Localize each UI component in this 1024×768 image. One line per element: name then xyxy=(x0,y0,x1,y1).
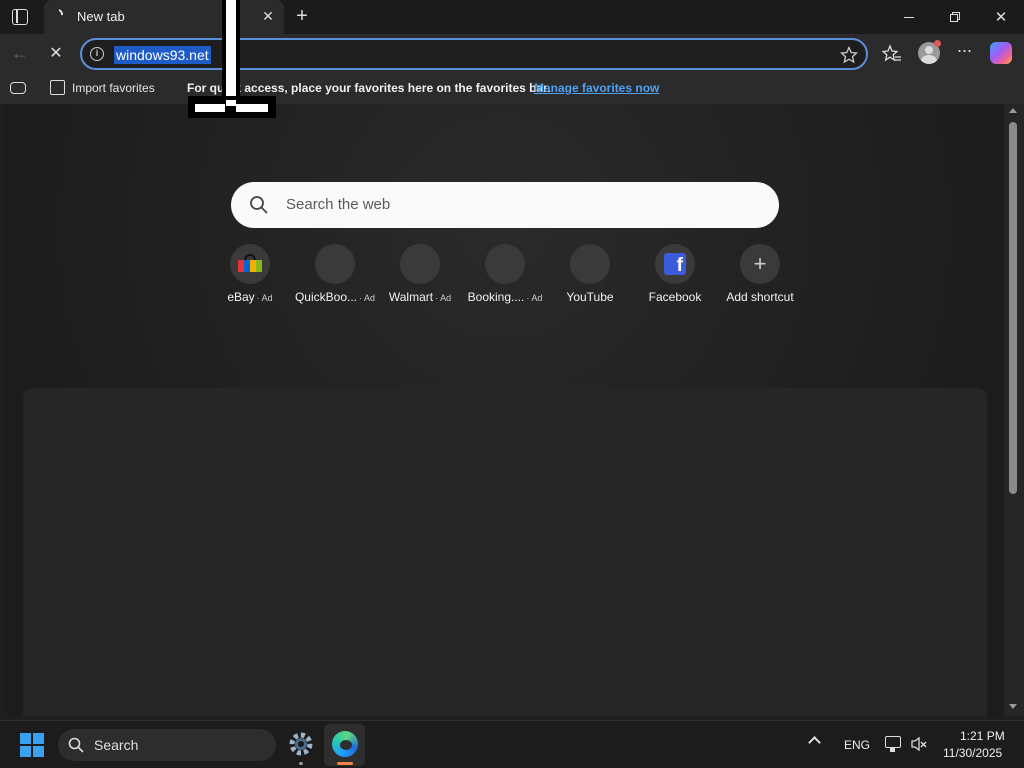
quickbooks-icon xyxy=(315,244,355,284)
facebook-icon: f xyxy=(664,253,686,275)
shortcut-walmart[interactable]: Walmart · Ad xyxy=(378,244,462,304)
shortcut-label: Add shortcut xyxy=(726,290,794,304)
new-tab-button[interactable]: + xyxy=(290,5,314,29)
clock-date[interactable]: 11/30/2025 xyxy=(943,746,1002,760)
import-favorites-icon xyxy=(50,80,65,95)
plus-icon: + xyxy=(753,251,767,276)
search-icon xyxy=(250,196,268,214)
shortcut-label: YouTube xyxy=(566,290,614,304)
shortcut-youtube[interactable]: YouTube xyxy=(548,244,632,304)
shortcut-booking[interactable]: Booking.... · Ad xyxy=(463,244,547,304)
restore-button[interactable] xyxy=(932,0,978,34)
tab-actions-icon[interactable] xyxy=(12,9,28,25)
scrollbar-thumb[interactable] xyxy=(1009,122,1017,494)
reading-list-icon[interactable] xyxy=(10,82,26,94)
loading-spinner-icon xyxy=(58,9,63,16)
stop-loading-button[interactable]: ✕ xyxy=(44,42,68,66)
site-info-icon[interactable]: i xyxy=(90,47,104,61)
clock-time[interactable]: 1:21 PM xyxy=(960,729,1005,743)
input-language[interactable]: ENG xyxy=(844,738,870,752)
windows-logo-icon xyxy=(20,733,44,757)
toolbar: ← ✕ i windows93.net ··· xyxy=(0,34,1024,74)
ad-badge: · Ad xyxy=(526,293,543,303)
tab-title: New tab xyxy=(77,9,125,24)
ad-badge: · Ad xyxy=(256,293,273,303)
walmart-icon xyxy=(400,244,440,284)
search-icon xyxy=(68,737,84,753)
taskbar-search[interactable]: Search xyxy=(58,729,276,761)
new-tab-page: Search the web eBay · Ad QuickBoo... · Ad … xyxy=(4,104,1004,716)
back-button[interactable]: ← xyxy=(8,42,32,66)
page-scrollbar[interactable] xyxy=(1004,104,1024,716)
profile-status-dot xyxy=(934,40,941,47)
favorite-star-icon[interactable] xyxy=(840,46,858,64)
close-window-button[interactable]: ✕ xyxy=(978,0,1024,34)
taskbar: Search ENG 1:21 PM 11/30/2025 xyxy=(0,720,1024,768)
scroll-up-arrow-icon[interactable] xyxy=(1009,108,1017,113)
edge-app[interactable] xyxy=(324,724,365,766)
manage-favorites-link[interactable]: Manage favorites now xyxy=(534,81,659,95)
favorites-bar: Import favorites For quick access, place… xyxy=(0,74,1024,104)
more-menu-icon[interactable]: ··· xyxy=(952,40,976,64)
scroll-down-arrow-icon[interactable] xyxy=(1009,704,1017,709)
network-icon[interactable] xyxy=(885,736,901,752)
youtube-icon xyxy=(570,244,610,284)
favorites-icon[interactable] xyxy=(882,44,902,64)
minimize-button[interactable] xyxy=(886,0,932,34)
ad-badge: · Ad xyxy=(435,293,452,303)
search-placeholder: Search the web xyxy=(286,196,391,213)
shortcut-label: eBay xyxy=(227,290,255,304)
shortcut-quickbooks[interactable]: QuickBoo... · Ad xyxy=(293,244,377,304)
title-bar: New tab ✕ + ✕ xyxy=(0,0,1024,34)
shortcut-label: QuickBoo... xyxy=(294,290,357,304)
add-shortcut-button[interactable]: + Add shortcut xyxy=(718,244,802,304)
settings-app[interactable] xyxy=(286,729,316,765)
text-cursor-icon xyxy=(188,0,276,118)
taskbar-search-label: Search xyxy=(94,737,139,753)
shortcut-label: Walmart xyxy=(388,290,434,304)
shortcut-label: Facebook xyxy=(648,290,702,304)
shortcut-ebay[interactable]: eBay · Ad xyxy=(208,244,292,304)
edge-browser-icon xyxy=(332,731,358,757)
shortcut-label: Booking.... xyxy=(467,290,525,304)
copilot-icon[interactable] xyxy=(990,42,1012,64)
speaker-muted-icon[interactable] xyxy=(910,736,928,752)
ebay-icon xyxy=(238,254,262,274)
show-hidden-icons-chevron-icon[interactable] xyxy=(808,736,821,749)
booking-icon xyxy=(485,244,525,284)
shortcut-facebook[interactable]: f Facebook xyxy=(633,244,717,304)
content-feed-panel xyxy=(23,388,987,716)
start-button[interactable] xyxy=(20,733,44,757)
web-search-box[interactable]: Search the web xyxy=(231,182,779,228)
import-favorites-link[interactable]: Import favorites xyxy=(72,81,155,95)
gear-icon xyxy=(289,732,313,756)
